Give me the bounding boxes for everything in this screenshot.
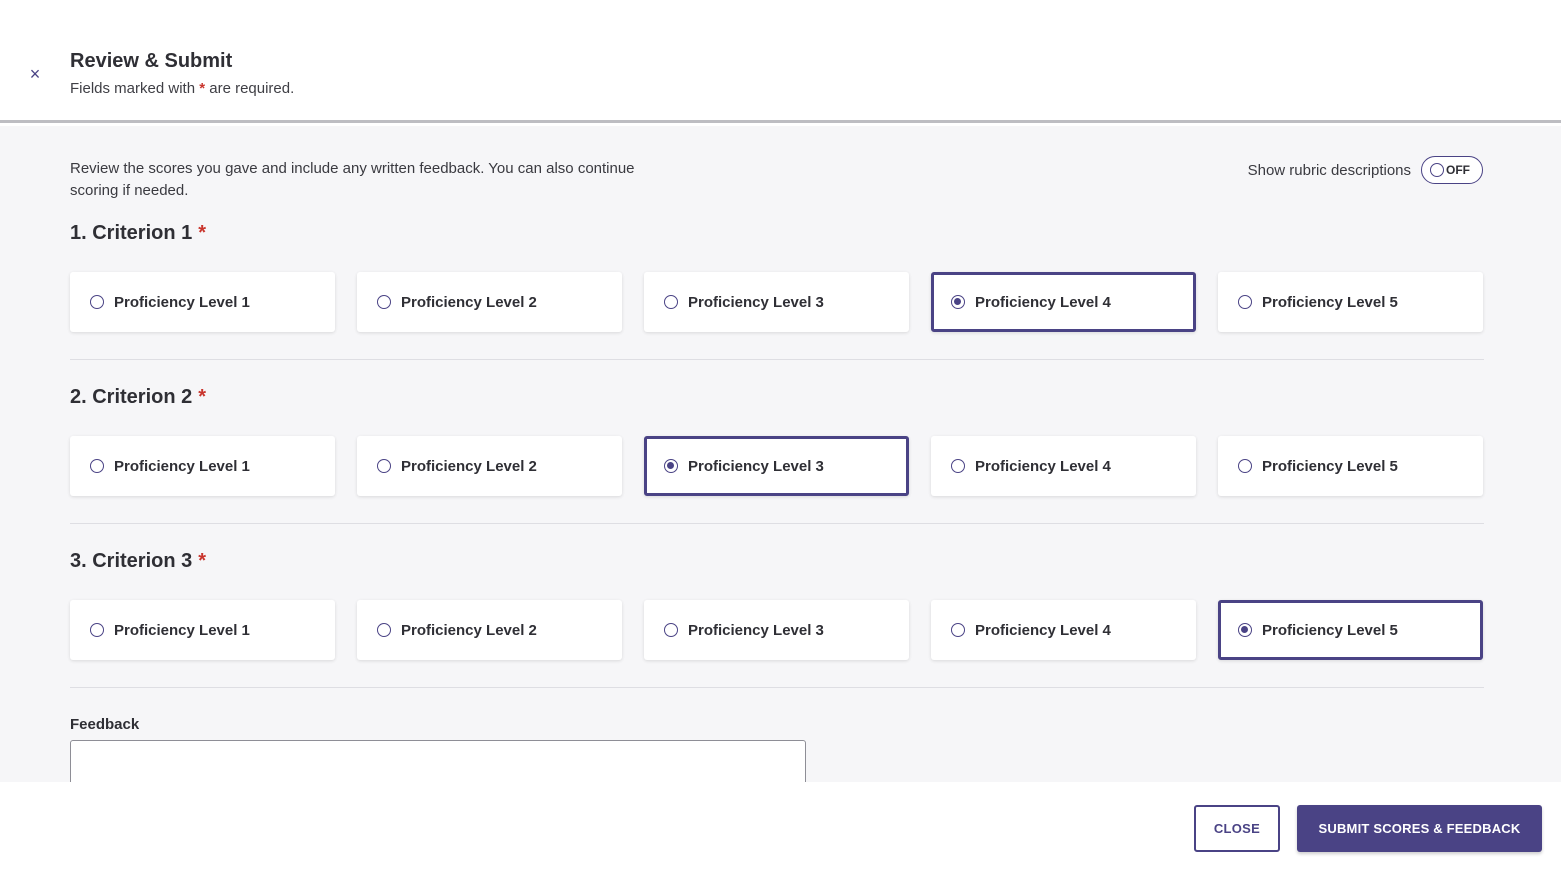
required-marker: * <box>198 222 207 244</box>
proficiency-option[interactable]: Proficiency Level 3 <box>644 600 909 660</box>
proficiency-option[interactable]: Proficiency Level 2 <box>357 436 622 496</box>
radio-unchecked-icon[interactable] <box>951 623 965 637</box>
radio-checked-icon[interactable] <box>951 295 965 309</box>
proficiency-option-label: Proficiency Level 3 <box>688 293 824 311</box>
section-divider <box>70 523 1484 524</box>
proficiency-option-label: Proficiency Level 2 <box>401 293 537 311</box>
radio-checked-icon[interactable] <box>664 459 678 473</box>
proficiency-option-label: Proficiency Level 4 <box>975 293 1111 311</box>
proficiency-option[interactable]: Proficiency Level 1 <box>70 272 335 332</box>
proficiency-option[interactable]: Proficiency Level 5 <box>1218 600 1483 660</box>
radio-unchecked-icon[interactable] <box>377 295 391 309</box>
dialog-subtitle: Fields marked with * are required. <box>70 80 294 97</box>
close-button[interactable]: CLOSE <box>1194 805 1280 852</box>
rubric-toggle[interactable]: OFF <box>1421 156 1483 184</box>
proficiency-option-label: Proficiency Level 5 <box>1262 457 1398 475</box>
proficiency-option[interactable]: Proficiency Level 5 <box>1218 272 1483 332</box>
criterion-title-text: 1. Criterion 1 <box>70 222 193 244</box>
submit-scores-button[interactable]: SUBMIT SCORES & FEEDBACK <box>1297 805 1542 852</box>
criterion-title-text: 3. Criterion 3 <box>70 550 193 572</box>
proficiency-option[interactable]: Proficiency Level 3 <box>644 272 909 332</box>
proficiency-options: Proficiency Level 1 Proficiency Level 2 Pr… <box>70 436 1484 496</box>
section-divider <box>70 359 1484 360</box>
proficiency-option[interactable]: Proficiency Level 1 <box>70 436 335 496</box>
feedback-input[interactable] <box>70 740 806 782</box>
rubric-toggle-group: Show rubric descriptions OFF <box>1248 156 1483 184</box>
close-icon[interactable]: × <box>25 63 45 85</box>
criterion-section: 3. Criterion 3 * Proficiency Level 1 Profic… <box>70 550 1484 690</box>
proficiency-option-label: Proficiency Level 5 <box>1262 293 1398 311</box>
radio-unchecked-icon[interactable] <box>90 459 104 473</box>
proficiency-option[interactable]: Proficiency Level 5 <box>1218 436 1483 496</box>
proficiency-option[interactable]: Proficiency Level 4 <box>931 600 1196 660</box>
proficiency-option-label: Proficiency Level 1 <box>114 293 250 311</box>
proficiency-option[interactable]: Proficiency Level 4 <box>931 436 1196 496</box>
proficiency-option-label: Proficiency Level 2 <box>401 621 537 639</box>
criterion-title: 2. Criterion 2 * <box>70 386 1484 416</box>
proficiency-option-label: Proficiency Level 5 <box>1262 621 1398 639</box>
proficiency-option[interactable]: Proficiency Level 4 <box>931 272 1196 332</box>
dialog-title: Review & Submit <box>70 50 233 72</box>
radio-unchecked-icon[interactable] <box>664 295 678 309</box>
radio-checked-icon[interactable] <box>1238 623 1252 637</box>
proficiency-option-label: Proficiency Level 3 <box>688 621 824 639</box>
radio-unchecked-icon[interactable] <box>90 623 104 637</box>
proficiency-option[interactable]: Proficiency Level 2 <box>357 600 622 660</box>
radio-unchecked-icon[interactable] <box>377 623 391 637</box>
radio-unchecked-icon[interactable] <box>664 623 678 637</box>
criterion-section: 2. Criterion 2 * Proficiency Level 1 Profic… <box>70 386 1484 526</box>
subtitle-prefix: Fields marked with <box>70 80 200 97</box>
feedback-label: Feedback <box>70 716 140 733</box>
proficiency-option-label: Proficiency Level 1 <box>114 457 250 475</box>
toggle-state: OFF <box>1446 163 1470 177</box>
radio-unchecked-icon[interactable] <box>377 459 391 473</box>
proficiency-option-label: Proficiency Level 3 <box>688 457 824 475</box>
radio-unchecked-icon[interactable] <box>1238 295 1252 309</box>
criterion-section: 1. Criterion 1 * Proficiency Level 1 Profic… <box>70 222 1484 362</box>
subtitle-suffix: are required. <box>205 80 295 97</box>
proficiency-option-label: Proficiency Level 4 <box>975 621 1111 639</box>
review-submit-dialog: × Review & Submit Fields marked with * a… <box>0 0 1568 874</box>
proficiency-options: Proficiency Level 1 Proficiency Level 2 Pr… <box>70 600 1484 660</box>
criterion-title: 1. Criterion 1 * <box>70 222 1484 252</box>
dialog-header: × Review & Submit Fields marked with * a… <box>0 0 1561 123</box>
section-divider <box>70 687 1484 688</box>
required-marker: * <box>198 386 207 408</box>
dialog-footer: CLOSE SUBMIT SCORES & FEEDBACK <box>0 782 1568 874</box>
toggle-knob <box>1430 163 1444 177</box>
scroll-body[interactable]: Review the scores you gave and include a… <box>0 126 1561 782</box>
proficiency-option-label: Proficiency Level 4 <box>975 457 1111 475</box>
criterion-title: 3. Criterion 3 * <box>70 550 1484 580</box>
proficiency-option[interactable]: Proficiency Level 1 <box>70 600 335 660</box>
proficiency-option-label: Proficiency Level 2 <box>401 457 537 475</box>
proficiency-option[interactable]: Proficiency Level 2 <box>357 272 622 332</box>
proficiency-options: Proficiency Level 1 Proficiency Level 2 Pr… <box>70 272 1484 332</box>
required-marker: * <box>198 550 207 572</box>
criterion-title-text: 2. Criterion 2 <box>70 386 193 408</box>
radio-unchecked-icon[interactable] <box>1238 459 1252 473</box>
radio-unchecked-icon[interactable] <box>90 295 104 309</box>
proficiency-option[interactable]: Proficiency Level 3 <box>644 436 909 496</box>
rubric-toggle-label: Show rubric descriptions <box>1247 161 1411 179</box>
proficiency-option-label: Proficiency Level 1 <box>114 621 250 639</box>
radio-unchecked-icon[interactable] <box>951 459 965 473</box>
intro-text: Review the scores you gave and include a… <box>70 160 635 199</box>
